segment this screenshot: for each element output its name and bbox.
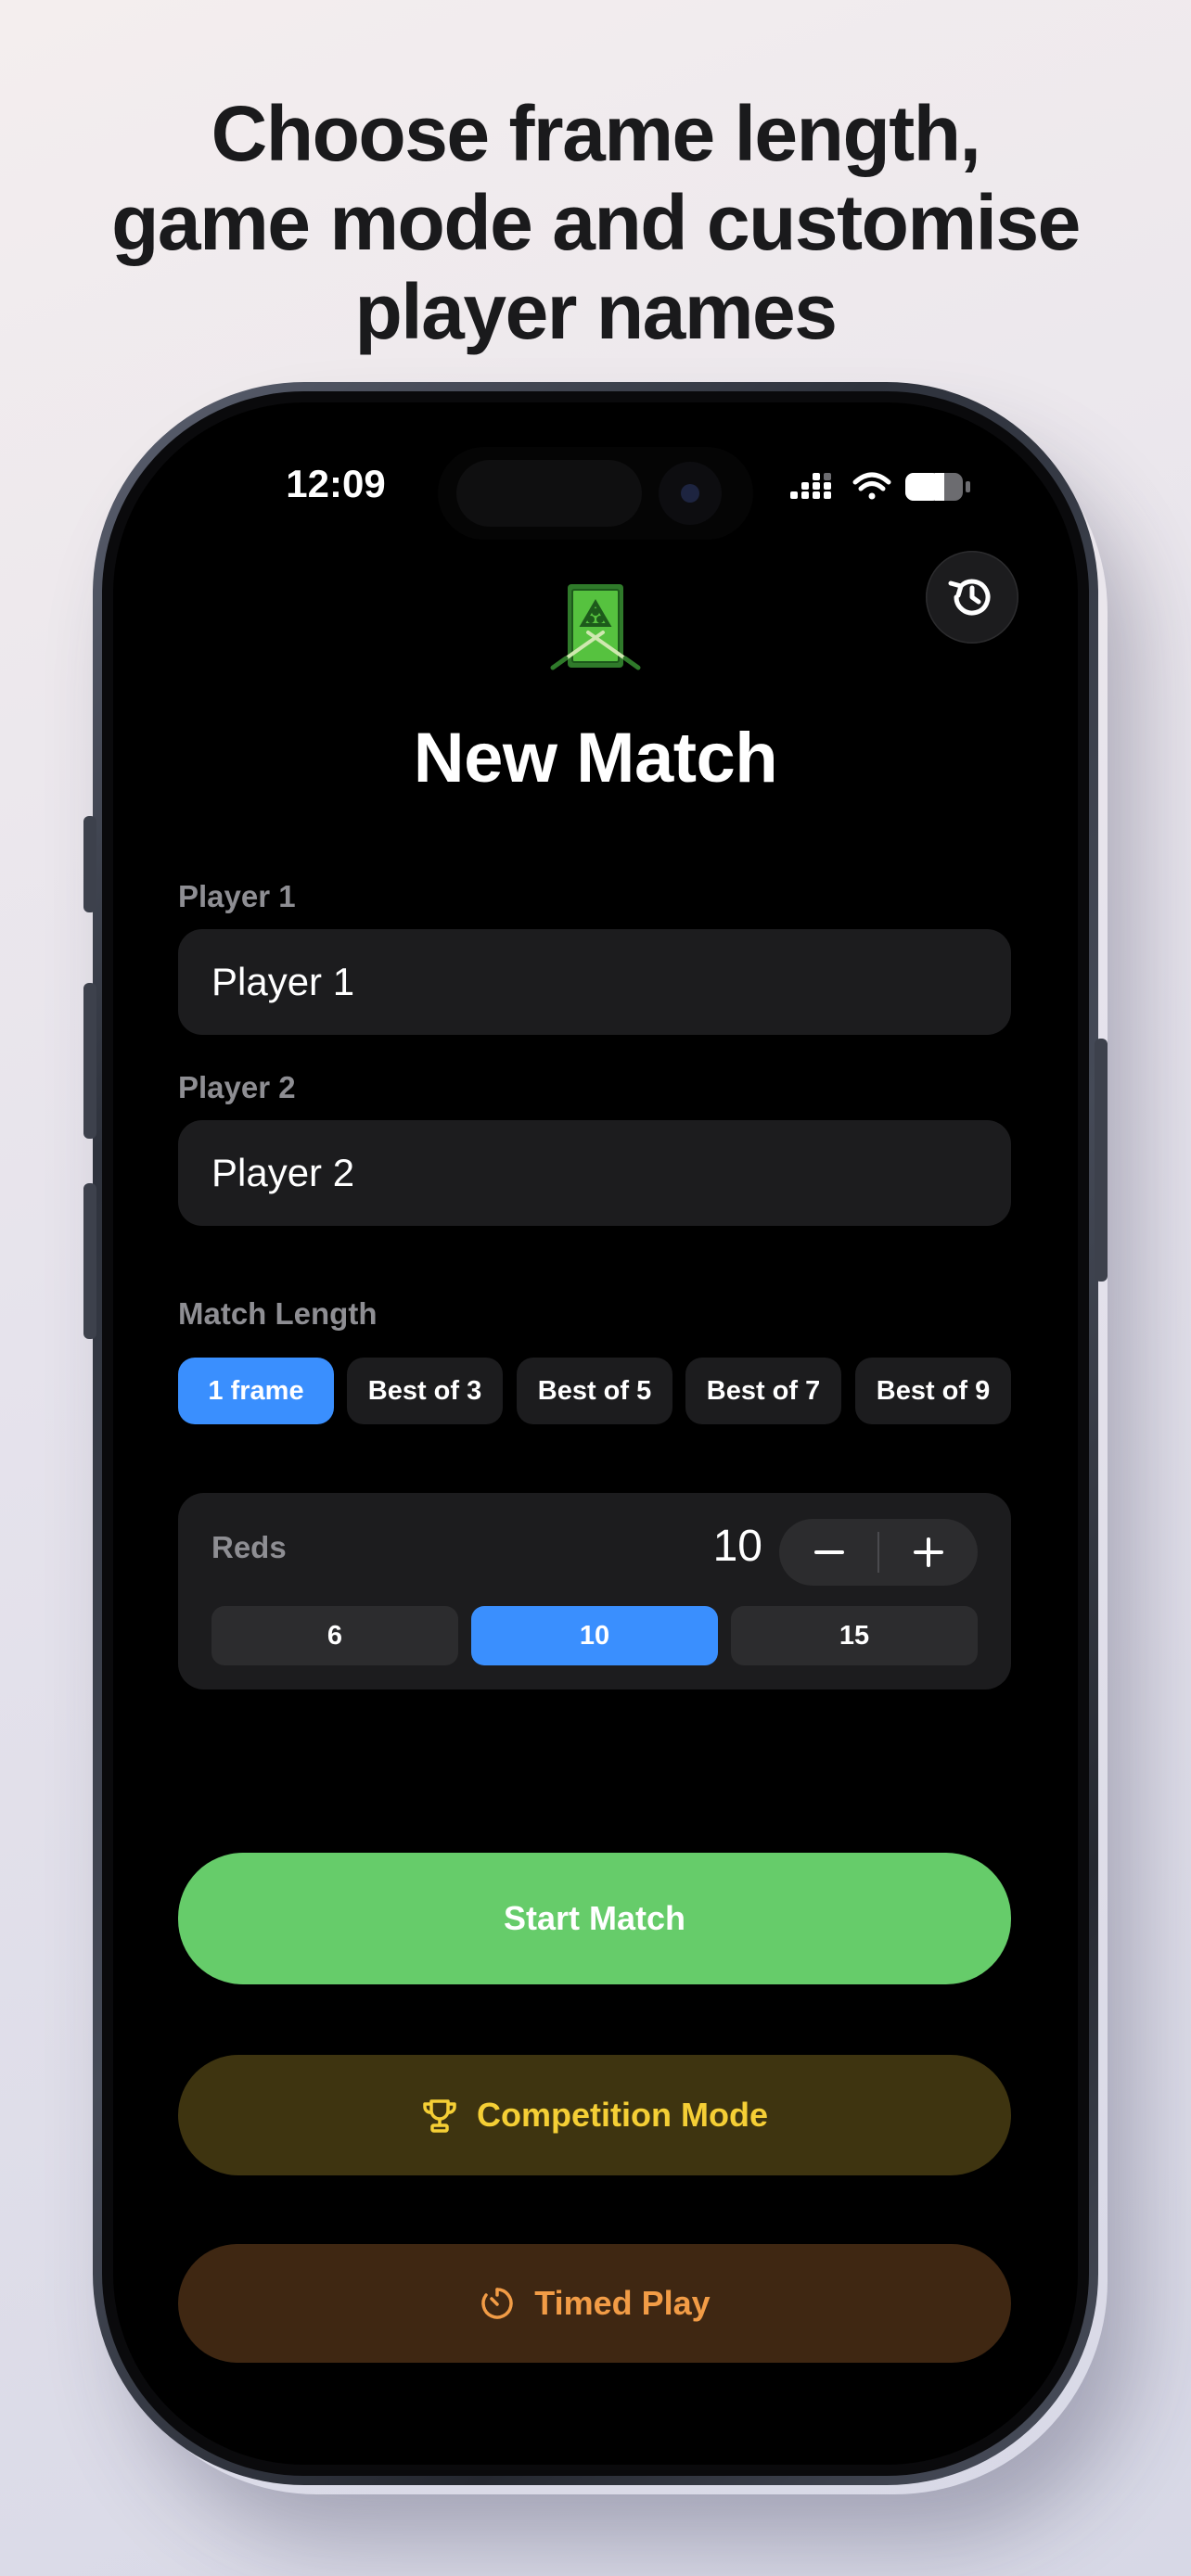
match-length-option-best-of-7[interactable]: Best of 7 xyxy=(685,1358,841,1424)
action-button xyxy=(83,816,96,912)
battery-icon xyxy=(905,473,970,501)
player2-label: Player 2 xyxy=(178,1070,296,1104)
history-button[interactable] xyxy=(926,551,1018,644)
reds-stepper xyxy=(779,1519,978,1586)
reds-option-15[interactable]: 15 xyxy=(731,1606,978,1665)
competition-mode-label: Competition Mode xyxy=(477,2096,768,2134)
volume-down-button xyxy=(83,1183,96,1339)
phone-screen: 12:09 New Match Player 1 Player 1 Player… xyxy=(113,402,1078,2465)
timer-icon xyxy=(481,2288,513,2319)
trophy-icon xyxy=(423,2099,456,2133)
plus-icon xyxy=(913,1537,943,1567)
competition-mode-button[interactable]: Competition Mode xyxy=(178,2055,1011,2175)
headline-line-1: Choose frame length, xyxy=(211,90,981,177)
history-icon xyxy=(948,579,991,616)
headline-line-3: player names xyxy=(354,268,838,355)
timed-play-button[interactable]: Timed Play xyxy=(178,2244,1011,2363)
reds-value: 10 xyxy=(712,1522,762,1571)
reds-increment-button[interactable] xyxy=(878,1519,978,1586)
dynamic-island xyxy=(438,447,753,540)
snooker-table-icon xyxy=(549,582,642,676)
page-title: New Match xyxy=(413,719,778,797)
match-length-option-best-of-5[interactable]: Best of 5 xyxy=(517,1358,672,1424)
power-button xyxy=(1095,1039,1108,1282)
player1-label: Player 1 xyxy=(178,879,296,913)
start-match-button[interactable]: Start Match xyxy=(178,1853,1011,1984)
match-length-option-best-of-3[interactable]: Best of 3 xyxy=(347,1358,503,1424)
status-icons xyxy=(790,469,976,506)
headline-line-2: game mode and customise xyxy=(111,179,1081,266)
player2-input[interactable] xyxy=(178,1120,1011,1226)
player1-input[interactable] xyxy=(178,929,1011,1035)
minus-icon xyxy=(813,1550,844,1554)
status-time: 12:09 xyxy=(286,462,386,505)
match-length-selector: 1 frame Best of 3 Best of 5 Best of 7 Be… xyxy=(178,1358,1011,1424)
reds-option-10[interactable]: 10 xyxy=(471,1606,718,1665)
cellular-icon xyxy=(790,473,831,499)
match-length-option-best-of-9[interactable]: Best of 9 xyxy=(855,1358,1011,1424)
match-length-option-1-frame[interactable]: 1 frame xyxy=(178,1358,334,1424)
wifi-icon xyxy=(852,472,891,500)
reds-decrement-button[interactable] xyxy=(779,1519,878,1586)
match-length-label: Match Length xyxy=(178,1296,378,1331)
reds-option-6[interactable]: 6 xyxy=(211,1606,458,1665)
reds-label: Reds xyxy=(211,1530,287,1564)
reds-card: Reds 10 6 10 15 xyxy=(178,1493,1011,1690)
start-match-label: Start Match xyxy=(503,1899,686,1937)
timed-play-label: Timed Play xyxy=(534,2284,711,2322)
front-camera xyxy=(659,462,722,525)
volume-up-button xyxy=(83,983,96,1139)
marketing-headline: Choose frame length, game mode and custo… xyxy=(0,89,1191,356)
